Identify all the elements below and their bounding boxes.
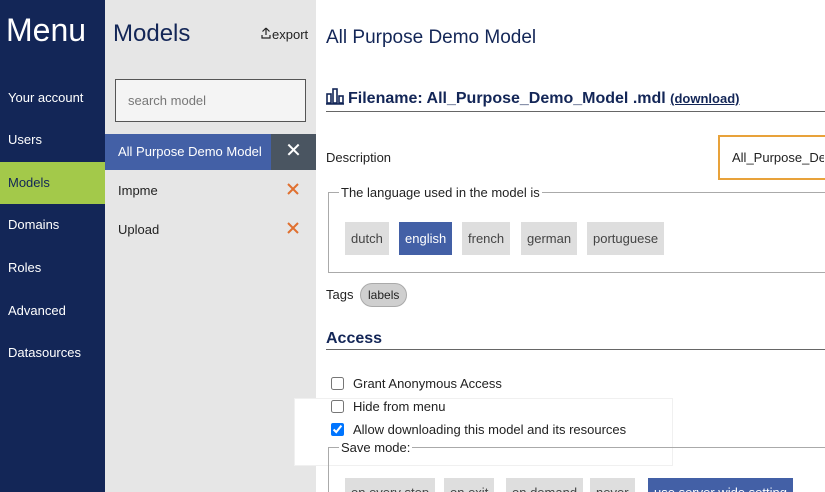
description-input[interactable] <box>718 135 825 180</box>
main-nav: Menu Your account Users Models Domains R… <box>0 0 105 492</box>
save-mode-use-server-wide-setting[interactable]: use server wide setting <box>648 478 793 492</box>
bar-chart-icon <box>326 87 344 105</box>
nav-item-your-account[interactable]: Your account <box>0 77 105 119</box>
save-mode-on-exit[interactable]: on exit <box>444 478 495 492</box>
language-chip-dutch[interactable]: dutch <box>345 222 389 255</box>
language-legend: The language used in the model is <box>339 185 542 200</box>
delete-model-impme-icon[interactable] <box>287 180 299 200</box>
filename-label: Filename: All_Purpose_Demo_Model .mdl <box>348 90 666 107</box>
language-chip-english[interactable]: english <box>399 222 453 255</box>
access-divider <box>326 349 825 350</box>
models-title: Models <box>113 20 191 47</box>
grant-anonymous-access-checkbox[interactable] <box>331 377 344 390</box>
filename-divider <box>326 111 825 112</box>
save-mode-legend: Save mode: <box>339 440 413 455</box>
access-heading: Access <box>326 330 383 347</box>
delete-model-upload-icon[interactable] <box>287 219 299 239</box>
allow-downloading-label: Allow downloading this model and its res… <box>353 422 627 437</box>
hide-from-menu-label: Hide from menu <box>353 399 446 414</box>
close-icon[interactable]: ✕ <box>271 134 316 170</box>
save-mode-on-every-step[interactable]: on every step <box>345 478 436 492</box>
hide-from-menu-checkbox[interactable] <box>331 400 344 413</box>
language-chip-portuguese[interactable]: portuguese <box>587 222 665 255</box>
save-mode-on-demand[interactable]: on demand <box>506 478 584 492</box>
filename-line: Filename: All_Purpose_Demo_Model .mdl (d… <box>326 87 739 108</box>
model-item-upload[interactable]: Upload <box>105 212 316 248</box>
nav-item-users[interactable]: Users <box>0 119 105 161</box>
models-panel: Models export All Purpose Demo Model ✕ I… <box>105 0 316 492</box>
grant-anonymous-access-label: Grant Anonymous Access <box>353 376 502 391</box>
upload-icon <box>261 27 271 42</box>
nav-item-roles[interactable]: Roles <box>0 247 105 289</box>
nav-title: Menu <box>6 12 87 48</box>
model-item-all-purpose-demo-model[interactable]: All Purpose Demo Model <box>105 134 271 170</box>
hide-from-menu-row: Hide from menu <box>331 399 445 414</box>
model-title: All Purpose Demo Model <box>326 27 537 48</box>
save-mode-never[interactable]: never <box>590 478 635 492</box>
download-link[interactable]: (download) <box>670 91 739 106</box>
export-label: export <box>272 27 309 42</box>
grant-anonymous-access-row: Grant Anonymous Access <box>331 376 502 391</box>
description-label: Description <box>326 150 392 165</box>
model-item-impme[interactable]: Impme <box>105 173 316 209</box>
tags-label: Tags <box>326 287 354 302</box>
nav-item-advanced[interactable]: Advanced <box>0 290 105 332</box>
language-chip-german[interactable]: german <box>521 222 578 255</box>
allow-downloading-checkbox[interactable] <box>331 423 344 436</box>
allow-downloading-row: Allow downloading this model and its res… <box>331 422 626 437</box>
search-model-input[interactable] <box>115 79 306 122</box>
nav-item-datasources[interactable]: Datasources <box>0 332 105 374</box>
nav-item-domains[interactable]: Domains <box>0 204 105 246</box>
tag-labels[interactable]: labels <box>360 283 408 307</box>
nav-item-models[interactable]: Models <box>0 162 105 204</box>
export-button[interactable]: export <box>261 27 308 42</box>
language-chip-french[interactable]: french <box>462 222 511 255</box>
